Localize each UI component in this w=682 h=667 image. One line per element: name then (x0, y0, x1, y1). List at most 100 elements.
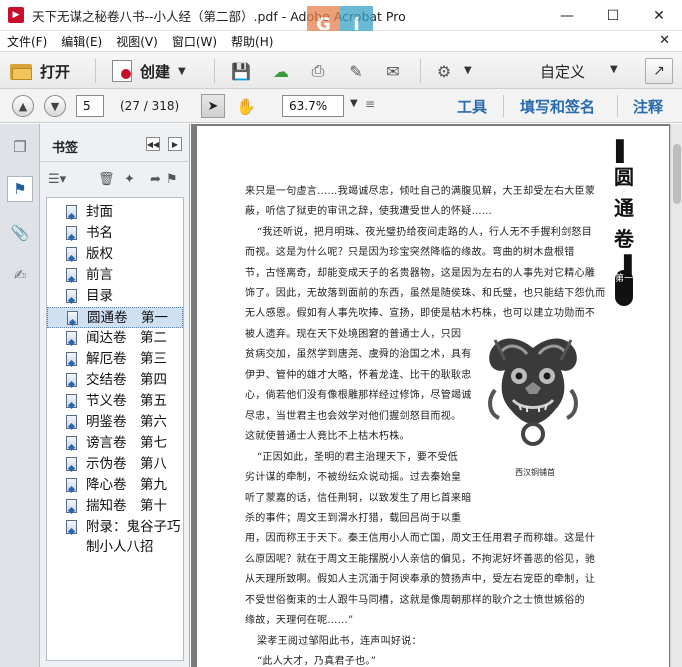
scrollbar-thumb[interactable] (673, 144, 681, 204)
folder-icon (10, 62, 32, 80)
bookmark-label: 目录 (86, 288, 113, 304)
bookmark-item[interactable]: 版权 (47, 244, 183, 265)
page-thumbnails-icon[interactable]: ❐ (7, 134, 33, 160)
next-page-button[interactable]: ▼ (44, 95, 66, 117)
menu-edit[interactable]: 编辑(E) (54, 33, 109, 50)
bookmark-item[interactable]: 闻达卷 第二 (47, 328, 183, 349)
print-icon[interactable]: ⎙ (306, 60, 330, 82)
fill-sign-link[interactable]: 填写和签名 (520, 96, 595, 117)
chapter-side-title: ▌ 圆 通 卷 ▐ (611, 140, 637, 277)
expand-bookmark-icon[interactable]: ➦ (150, 172, 161, 187)
page-text-line: “此人大才，乃真君子也。” (257, 656, 377, 667)
bookmark-item[interactable]: 前言 (47, 265, 183, 286)
bookmarks-panel: 书签 ◀◀ ▶ ☰▾ 🗑 ✦ ➦ ⚑ 封面书名 版权前言目录圆通卷 第一闻达卷 第… (40, 124, 190, 667)
edit-document-icon[interactable]: ✎ (344, 60, 368, 82)
pdf-icon: ▶ (8, 7, 24, 23)
collapse-panel-icon[interactable]: ◀◀ (146, 137, 160, 151)
chevron-down-icon[interactable]: ▼ (610, 64, 618, 75)
bookmark-label: 附录：鬼谷子巧 制小人八招 (86, 519, 181, 555)
bookmarks-header: 书签 ◀◀ ▶ (40, 124, 190, 162)
page-text-line: 杀的事件；周文王到渭水打猎，载回吕尚于以重 (245, 513, 462, 524)
page-number-input[interactable]: 5 (76, 95, 104, 117)
bookmark-page-icon (67, 311, 78, 325)
bookmarks-toolbar: ☰▾ 🗑 ✦ ➦ ⚑ (40, 163, 190, 197)
bookmark-item[interactable]: 降心卷 第九 (47, 475, 183, 496)
bookmark-page-icon (66, 268, 77, 282)
main-toolbar: 打开 创建 ▼ 💾 ☁ ⎙ ✎ ✉ ⚙ ▼ 自定义 ▼ ↗ (0, 51, 682, 89)
bookmark-item[interactable]: 封面 (47, 202, 183, 223)
chevron-down-icon[interactable]: ▼ (464, 65, 472, 76)
page-text-line: 缘故，天理何在呢……” (245, 615, 354, 626)
create-pdf-icon (112, 60, 132, 82)
bookmark-item[interactable]: 揣知卷 第十 (47, 496, 183, 517)
gear-icon[interactable]: ⚙ (432, 60, 456, 82)
open-button[interactable]: 打开 (10, 59, 70, 83)
menu-bar: 文件(F) 编辑(E) 视图(V) 窗口(W) 帮助(H) ✕ (0, 31, 682, 51)
bookmark-page-icon (66, 373, 77, 387)
expand-icon[interactable]: ↗ (645, 58, 673, 84)
bookmark-page-icon (66, 289, 77, 303)
bookmark-item[interactable]: 书名 (47, 223, 183, 244)
chevron-down-icon[interactable]: ▼ (350, 98, 358, 109)
select-tool-button[interactable]: ➤ (201, 94, 225, 118)
bookmark-item[interactable]: 明鉴卷 第六 (47, 412, 183, 433)
bookmark-item[interactable]: 示伪卷 第八 (47, 454, 183, 475)
bookmark-label: 封面 (86, 204, 113, 220)
bookmark-label: 前言 (86, 267, 113, 283)
minimize-button[interactable]: — (544, 0, 590, 31)
side-title-char: 通 (614, 196, 634, 220)
tools-link[interactable]: 工具 (457, 96, 487, 117)
tag-bookmark-icon[interactable]: ⚑ (166, 172, 178, 187)
menu-file[interactable]: 文件(F) (0, 33, 54, 50)
options-icon[interactable]: ☰▾ (48, 172, 66, 187)
bookmark-label: 明鉴卷 第六 (86, 414, 167, 430)
bookmark-item[interactable]: 解厄卷 第三 (47, 349, 183, 370)
bookmark-icon[interactable]: ⚑ (7, 176, 33, 202)
toolbar-divider (503, 95, 504, 117)
bookmark-item[interactable]: 谤言卷 第七 (47, 433, 183, 454)
expand-panel-icon[interactable]: ▶ (168, 137, 182, 151)
page-text-line: 这就使普通士人竟比不上枯木朽株。 (245, 431, 410, 442)
vertical-scrollbar[interactable] (670, 124, 682, 667)
chapter-number-badge: 第一 (615, 270, 633, 306)
previous-page-button[interactable]: ▲ (12, 95, 34, 117)
bookmark-list: 封面书名 版权前言目录圆通卷 第一闻达卷 第二 解厄卷 第三 交结卷 第四 节义卷 第五… (46, 197, 184, 661)
bookmark-item[interactable]: 目录 (47, 286, 183, 307)
close-document-icon[interactable]: ✕ (659, 33, 670, 48)
bookmark-item[interactable]: 附录：鬼谷子巧 制小人八招 (47, 517, 183, 557)
bookmark-item[interactable]: 节义卷 第五 (47, 391, 183, 412)
upload-cloud-icon[interactable]: ☁ (269, 60, 293, 82)
page-text-line: 无人感恩。假如有人事先吹捧、宣扬，即使是枯木朽株，也可以建立功勋而不 (245, 308, 596, 319)
customize-button[interactable]: 自定义 (540, 61, 585, 82)
bookmark-item[interactable]: 交结卷 第四 (47, 370, 183, 391)
document-viewer[interactable]: ▌ 圆 通 卷 ▐ 第一 西汉铜铺首 来只是一句虚言……我竭诚尽忠，倾吐自己的满… (191, 124, 682, 667)
close-button[interactable]: ✕ (636, 0, 682, 31)
menu-window[interactable]: 窗口(W) (165, 33, 224, 50)
save-icon[interactable]: 💾 (229, 60, 253, 82)
page-text-line: 不受世俗衡束的士人跟牛马同槽，这就是像周朝那样的耿介之士愤世嫉俗的 (245, 595, 585, 606)
hand-tool-button[interactable]: ✋ (234, 94, 258, 118)
menu-icon[interactable]: ≡ (365, 97, 375, 111)
page-text-line: 贫病交加，虽然学到唐尧、虞舜的治国之术，具有 (245, 349, 472, 360)
page-text-line: 而视。这是为什么呢？只是因为珍宝突然降临的缘故。弯曲的树木盘根错 (245, 247, 575, 258)
comment-link[interactable]: 注释 (633, 96, 663, 117)
create-button[interactable]: 创建 ▼ (112, 59, 186, 83)
signature-icon[interactable]: ✍ (7, 262, 33, 288)
bookmark-page-icon (66, 520, 77, 534)
menu-help[interactable]: 帮助(H) (224, 33, 280, 50)
bookmarks-title: 书签 (52, 141, 79, 156)
maximize-button[interactable]: ☐ (590, 0, 636, 31)
page-text-line: 尽忠，当世君主也会效学对他们握剑怒目而视。 (245, 411, 462, 422)
bookmark-page-icon (66, 205, 77, 219)
attachment-icon[interactable]: 📎 (7, 220, 33, 246)
zoom-input[interactable]: 63.7% (282, 95, 344, 117)
new-bookmark-icon[interactable]: ✦ (124, 172, 135, 187)
email-icon[interactable]: ✉ (381, 60, 405, 82)
bracket-mark: ▌ (616, 139, 632, 163)
delete-icon[interactable]: 🗑 (98, 172, 115, 187)
menu-view[interactable]: 视图(V) (109, 33, 165, 50)
toolbar-divider (617, 95, 618, 117)
bookmark-label: 圆通卷 第一 (87, 310, 168, 326)
page-text-line: 听了蒙嘉的话，信任荆轲，以致发生了用匕首来暗 (245, 493, 472, 504)
bookmark-item[interactable]: 圆通卷 第一 (47, 307, 183, 328)
